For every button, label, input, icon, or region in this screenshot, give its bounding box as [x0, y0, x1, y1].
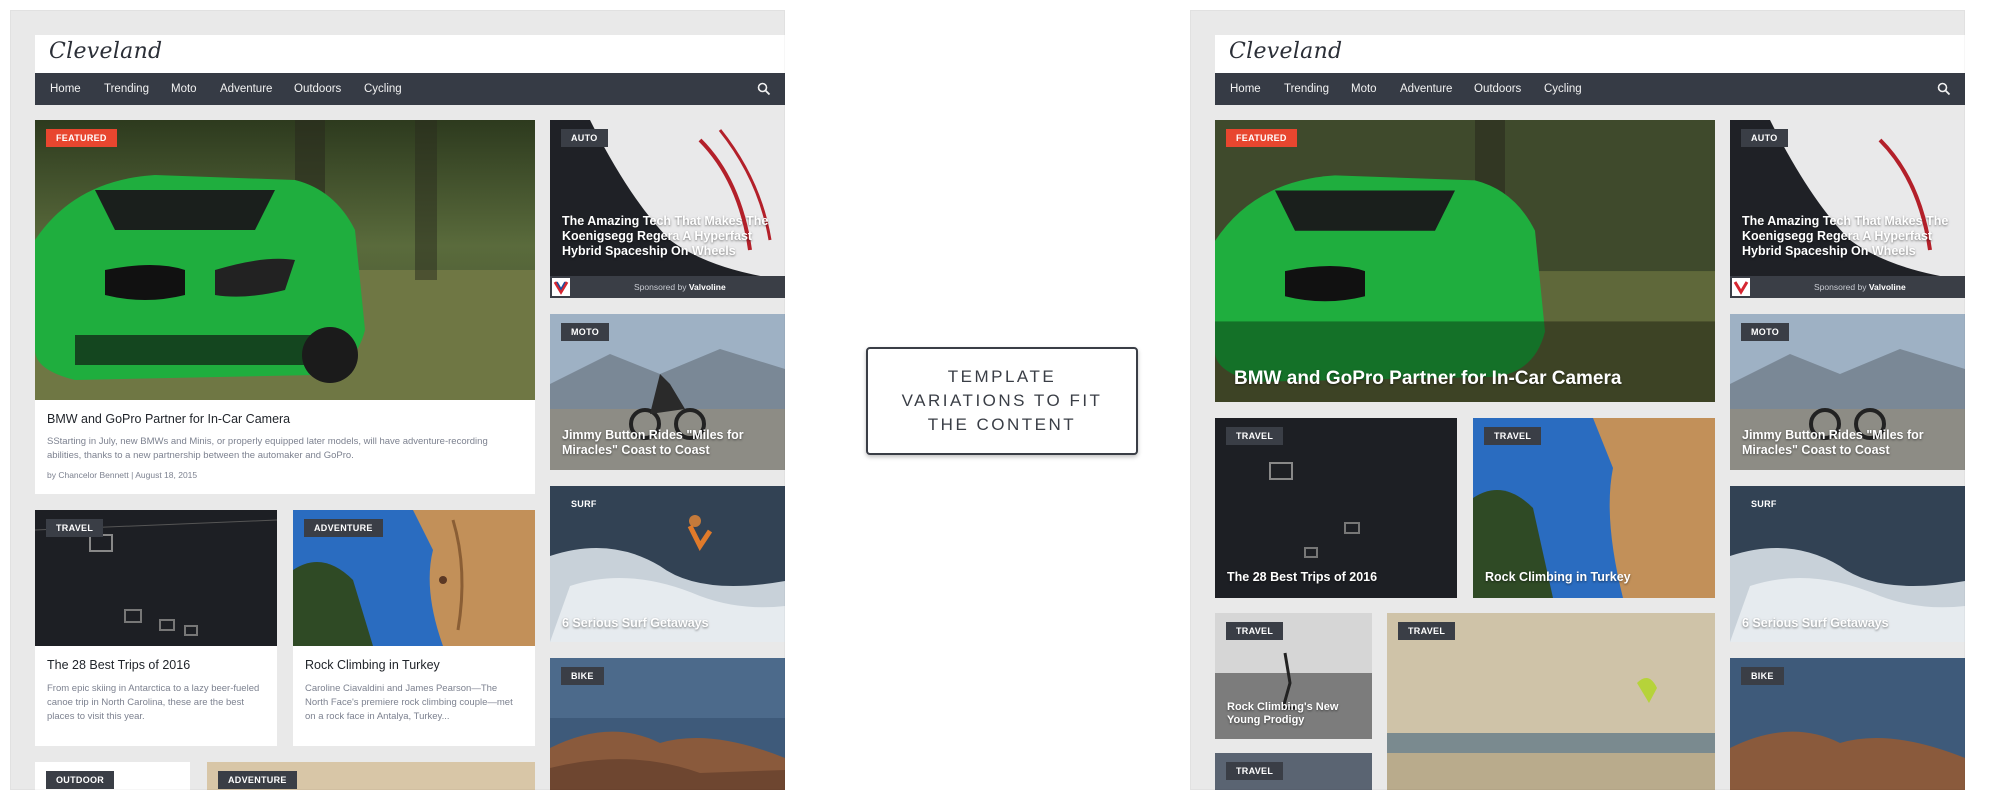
template-variations-callout: TEMPLATE VARIATIONS TO FIT THE CONTENT: [866, 347, 1138, 455]
sponsored-by-label: Sponsored by Valvoline: [1814, 282, 1906, 292]
nav-adventure[interactable]: Adventure: [220, 73, 272, 105]
moto-badge[interactable]: MOTO: [561, 323, 610, 341]
sponsor-name[interactable]: Valvoline: [1869, 282, 1906, 292]
trips-badge[interactable]: TRAVEL: [46, 519, 104, 537]
sponsored-by-label: Sponsored by Valvoline: [634, 282, 726, 292]
outdoor-badge[interactable]: OUTDOOR: [46, 771, 115, 789]
surf-badge[interactable]: SURF: [561, 495, 607, 513]
featured-title[interactable]: BMW and GoPro Partner for In-Car Camera: [47, 412, 523, 426]
moto-title[interactable]: Jimmy Button Rides "Miles for Miracles" …: [562, 428, 773, 458]
sponsor-name[interactable]: Valvoline: [689, 282, 726, 292]
prodigy-badge[interactable]: TRAVEL: [1226, 622, 1284, 640]
bike-article-card[interactable]: BIKE: [550, 658, 785, 790]
auto-article-card[interactable]: AUTO The Amazing Tech That Makes The Koe…: [1730, 120, 1965, 298]
travel-small-badge[interactable]: TRAVEL: [1226, 762, 1284, 780]
featured-badge[interactable]: FEATURED: [1226, 129, 1297, 147]
featured-car-image: [35, 120, 535, 400]
climb-excerpt: Caroline Ciavaldini and James Pearson—Th…: [305, 683, 513, 722]
template-variation-right: Cleveland Home Trending Moto Adventure O…: [1190, 10, 1965, 790]
nav-moto[interactable]: Moto: [1351, 73, 1377, 105]
nav-home[interactable]: Home: [50, 73, 81, 105]
featured-card-body: BMW and GoPro Partner for In-Car Camera …: [35, 400, 535, 494]
adventure-bottom-article-card[interactable]: ADVENTURE: [207, 762, 535, 790]
main-nav: Home Trending Moto Adventure Outdoors Cy…: [35, 73, 785, 105]
site-logo[interactable]: Cleveland: [49, 39, 162, 64]
featured-meta: by Chancelor Bennett | August 18, 2015: [47, 470, 198, 480]
bike-badge[interactable]: BIKE: [561, 667, 604, 685]
climb-badge[interactable]: TRAVEL: [1484, 427, 1542, 445]
surf-title[interactable]: 6 Serious Surf Getaways: [562, 616, 773, 631]
outdoor-article-card[interactable]: OUTDOOR: [35, 762, 190, 790]
site-logo[interactable]: Cleveland: [1229, 39, 1342, 64]
sponsor-bar: Sponsored by Valvoline: [550, 276, 785, 298]
featured-badge[interactable]: FEATURED: [46, 129, 117, 147]
auto-title[interactable]: The Amazing Tech That Makes The Koenigse…: [562, 214, 773, 259]
surf-badge[interactable]: SURF: [1741, 495, 1787, 513]
nav-adventure[interactable]: Adventure: [1400, 73, 1452, 105]
climb-title[interactable]: Rock Climbing in Turkey: [305, 658, 523, 672]
moto-article-card[interactable]: MOTO Jimmy Button Rides "Miles for Mirac…: [1730, 314, 1965, 470]
surf-article-card[interactable]: SURF 6 Serious Surf Getaways: [1730, 486, 1965, 642]
nav-outdoors[interactable]: Outdoors: [294, 73, 341, 105]
kite-article-card[interactable]: TRAVEL: [1387, 613, 1715, 790]
travel-small-article-card[interactable]: TRAVEL: [1215, 753, 1372, 790]
featured-date: August 18, 2015: [135, 470, 198, 480]
trips-card-body: The 28 Best Trips of 2016 From epic skii…: [35, 646, 277, 746]
climb-article-card[interactable]: ADVENTURE Rock Climbing in Turkey Caroli…: [293, 510, 535, 746]
featured-author[interactable]: by Chancelor Bennett: [47, 470, 129, 480]
trips-article-card[interactable]: TRAVEL The 28 Best Trips of 2016 From ep…: [35, 510, 277, 746]
kite-badge[interactable]: TRAVEL: [1398, 622, 1456, 640]
trips-title[interactable]: The 28 Best Trips of 2016: [47, 658, 265, 672]
auto-badge[interactable]: AUTO: [561, 129, 608, 147]
moto-badge[interactable]: MOTO: [1741, 323, 1790, 341]
nav-moto[interactable]: Moto: [171, 73, 197, 105]
featured-article-card[interactable]: FEATURED BMW and GoPro Partner for In-Ca…: [35, 120, 535, 494]
trips-badge[interactable]: TRAVEL: [1226, 427, 1284, 445]
prodigy-title[interactable]: Rock Climbing's New Young Prodigy: [1227, 701, 1360, 727]
nav-trending[interactable]: Trending: [1284, 73, 1329, 105]
prodigy-article-card[interactable]: TRAVEL Rock Climbing's New Young Prodigy: [1215, 613, 1372, 739]
surf-article-card[interactable]: SURF 6 Serious Surf Getaways: [550, 486, 785, 642]
trips-excerpt: From epic skiing in Antarctica to a lazy…: [47, 683, 260, 722]
search-icon[interactable]: [757, 82, 771, 96]
nav-cycling[interactable]: Cycling: [364, 73, 402, 105]
search-icon[interactable]: [1937, 82, 1951, 96]
main-nav: Home Trending Moto Adventure Outdoors Cy…: [1215, 73, 1965, 105]
bike-article-card[interactable]: BIKE: [1730, 658, 1965, 790]
nav-outdoors[interactable]: Outdoors: [1474, 73, 1521, 105]
sponsor-bar: Sponsored by Valvoline: [1730, 276, 1965, 298]
site-header: Cleveland: [1215, 35, 1965, 73]
climb-card-body: Rock Climbing in Turkey Caroline Ciavald…: [293, 646, 535, 746]
valvoline-logo: [552, 278, 570, 296]
moto-article-card[interactable]: MOTO Jimmy Button Rides "Miles for Mirac…: [550, 314, 785, 470]
nav-trending[interactable]: Trending: [104, 73, 149, 105]
featured-excerpt: SStarting in July, new BMWs and Minis, o…: [47, 436, 488, 461]
moto-title[interactable]: Jimmy Button Rides "Miles for Miracles" …: [1742, 428, 1953, 458]
nav-cycling[interactable]: Cycling: [1544, 73, 1582, 105]
template-variation-left: Cleveland Home Trending Moto Adventure O…: [10, 10, 785, 790]
auto-article-card[interactable]: AUTO The Amazing Tech That Makes The Koe…: [550, 120, 785, 298]
trips-title[interactable]: The 28 Best Trips of 2016: [1227, 570, 1445, 585]
adventure-bottom-badge[interactable]: ADVENTURE: [218, 771, 297, 789]
featured-car-image: [1215, 120, 1715, 402]
featured-article-card[interactable]: FEATURED BMW and GoPro Partner for In-Ca…: [1215, 120, 1715, 402]
callout-text: TEMPLATE VARIATIONS TO FIT THE CONTENT: [901, 367, 1103, 434]
surf-title[interactable]: 6 Serious Surf Getaways: [1742, 616, 1953, 631]
valvoline-logo: [1732, 278, 1750, 296]
bike-badge[interactable]: BIKE: [1741, 667, 1784, 685]
featured-title[interactable]: BMW and GoPro Partner for In-Car Camera: [1234, 368, 1703, 390]
climb-title[interactable]: Rock Climbing in Turkey: [1485, 570, 1703, 585]
site-header: Cleveland: [35, 35, 785, 73]
nav-home[interactable]: Home: [1230, 73, 1261, 105]
climb-article-card[interactable]: TRAVEL Rock Climbing in Turkey: [1473, 418, 1715, 598]
auto-badge[interactable]: AUTO: [1741, 129, 1788, 147]
climb-badge[interactable]: ADVENTURE: [304, 519, 383, 537]
trips-article-card[interactable]: TRAVEL The 28 Best Trips of 2016: [1215, 418, 1457, 598]
auto-title[interactable]: The Amazing Tech That Makes The Koenigse…: [1742, 214, 1953, 259]
